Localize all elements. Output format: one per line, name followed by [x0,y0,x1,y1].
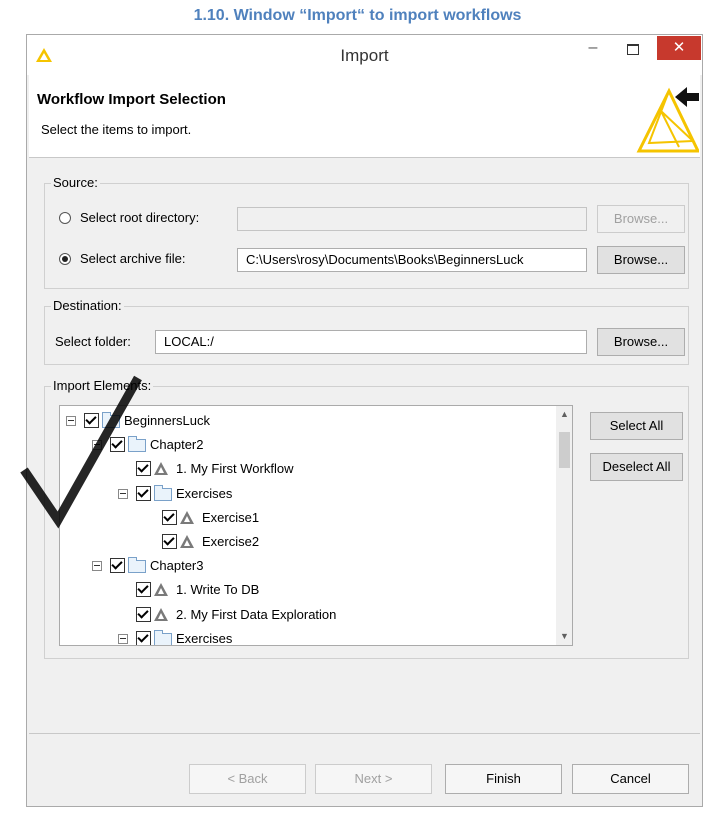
tree-item-label: 1. My First Workflow [176,461,294,477]
workflow-icon [154,583,168,597]
watermark-check-mark [20,375,142,529]
destination-legend: Destination: [51,298,124,313]
tree-item-label: 1. Write To DB [176,582,260,598]
destination-browse-button[interactable]: Browse... [597,328,685,356]
folder-icon [154,484,172,501]
tree-checkbox[interactable] [136,582,151,598]
workflow-icon [154,462,168,476]
tree-checkbox[interactable] [162,534,177,549]
tree-checkbox[interactable] [110,558,125,574]
root-browse-button[interactable]: Browse... [597,205,685,233]
scroll-thumb[interactable] [559,432,570,468]
archive-browse-button[interactable]: Browse... [597,246,685,274]
tree-item-label: Chapter3 [150,558,204,574]
wizard-header: Workflow Import Selection Select the ite… [29,75,700,158]
tree-item-label: Exercise2 [202,534,260,549]
deselect-all-button[interactable]: Deselect All [590,453,683,481]
page-subtitle: Select the items to import. [41,122,192,137]
cancel-button[interactable]: Cancel [572,764,689,794]
select-all-button[interactable]: Select All [590,412,683,440]
close-icon[interactable]: ✕ [657,36,701,60]
scroll-down-icon[interactable]: ▼ [556,628,572,645]
root-directory-field[interactable] [237,207,587,231]
workflow-icon [154,607,168,621]
knime-import-logo-icon [636,87,699,153]
tree-item-label: Exercises [176,630,233,646]
maximize-icon[interactable] [623,38,643,62]
workflow-icon [180,510,194,524]
footer-divider [29,733,700,734]
destination-group: Destination: Select folder: LOCAL:/ Brow… [44,298,689,365]
archive-file-field[interactable]: C:\Users\rosy\Documents\Books\BeginnersL… [237,248,587,272]
root-directory-label: Select root directory: [80,210,200,225]
tree-workflow-row[interactable]: Exercise2 [60,531,550,553]
archive-file-label: Select archive file: [80,251,186,266]
tree-checkbox[interactable] [162,509,177,525]
tree-checkbox[interactable] [136,630,151,645]
page-title: Workflow Import Selection [37,91,226,108]
tree-workflow-row[interactable]: 2. My First Data Exploration [60,604,550,626]
scroll-up-icon[interactable]: ▲ [556,406,572,423]
folder-icon [128,557,146,574]
tree-item-label: Exercise1 [202,509,260,525]
select-folder-label: Select folder: [55,334,131,349]
folder-icon [154,629,172,645]
back-button[interactable]: < Back [189,764,306,794]
tree-scrollbar[interactable]: ▲ ▼ [556,406,572,645]
collapse-toggle-icon[interactable] [92,561,102,572]
destination-folder-field[interactable]: LOCAL:/ [155,330,587,354]
root-directory-radio[interactable] [59,212,71,224]
tree-item-label: Chapter2 [150,437,204,453]
source-group: Source: Select root directory: Browse...… [44,175,689,289]
workflow-icon [180,535,194,548]
archive-file-radio[interactable] [59,253,71,265]
next-button[interactable]: Next > [315,764,432,794]
tree-folder-row[interactable]: Chapter3 [60,555,550,577]
title-bar: Import – ✕ [27,35,702,75]
minimize-icon[interactable]: – [583,39,603,63]
tree-workflow-row[interactable]: 1. Write To DB [60,579,550,601]
tree-item-label: Exercises [176,485,233,501]
tree-checkbox[interactable] [136,606,151,622]
tree-folder-row[interactable]: Exercises [60,628,550,646]
collapse-toggle-icon[interactable] [118,633,128,644]
document-caption: 1.10. Window “Import“ to import workflow… [193,7,522,24]
tree-item-label: 2. My First Data Exploration [176,606,337,622]
source-legend: Source: [51,175,100,190]
finish-button[interactable]: Finish [445,764,562,794]
